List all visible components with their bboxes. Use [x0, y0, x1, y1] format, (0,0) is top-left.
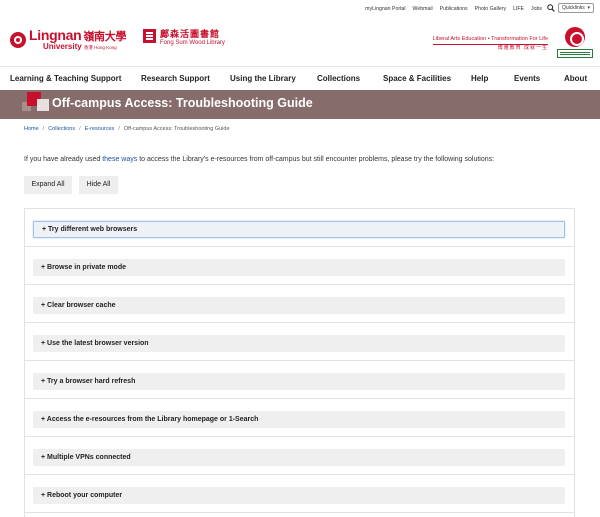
solutions-accordion: + Try different web browsers + Browse in…: [24, 208, 575, 517]
nav-item-learning-teaching-support[interactable]: Learning & Teaching Support: [10, 74, 121, 83]
accordion-header-private-mode[interactable]: + Browse in private mode: [33, 259, 565, 276]
lingnan-seal-icon: [10, 31, 26, 48]
accordion-panel: + Multiple VPNs connected: [25, 437, 574, 475]
accordion-panel: + Reboot your computer: [25, 475, 574, 513]
accordion-panel: + Access the e-resources from the Librar…: [25, 399, 574, 437]
breadcrumb-current: Off-campus Access: Troubleshooting Guide: [123, 126, 230, 132]
accordion-panel: + Try a browser hard refresh: [25, 361, 574, 399]
motto-en: Liberal Arts Education • Transformation …: [432, 36, 548, 45]
accordion-header-library-homepage[interactable]: + Access the e-resources from the Librar…: [33, 411, 565, 428]
utility-bar: myLingnan Portal Webmail Publications Ph…: [0, 0, 600, 20]
library-logo[interactable]: 鄺森活圖書館 Fong Sum Wood Library: [143, 29, 225, 47]
library-mark-icon: [143, 29, 156, 43]
nav-item-collections[interactable]: Collections: [317, 74, 360, 83]
breadcrumb-eresources[interactable]: E-resources: [85, 126, 115, 132]
utility-link-jobs[interactable]: Jobs: [531, 6, 542, 12]
quicklinks-dropdown[interactable]: Quicklinks ▾: [558, 3, 594, 13]
search-icon[interactable]: [547, 4, 555, 12]
utility-link-publications[interactable]: Publications: [440, 6, 468, 12]
utility-link-photo-gallery[interactable]: Photo Gallery: [475, 6, 506, 12]
banner-decoration: [37, 99, 49, 111]
accordion-panel: + Clear browser cache: [25, 285, 574, 323]
page-title: Off-campus Access: Troubleshooting Guide: [52, 96, 313, 110]
accordion-header-clear-cache[interactable]: + Clear browser cache: [33, 297, 565, 314]
accordion-header-latest-browser[interactable]: + Use the latest browser version: [33, 335, 565, 352]
lingnan-logo-university: University: [43, 42, 82, 51]
breadcrumb-separator: /: [79, 126, 81, 132]
quality-badge-icon: [557, 27, 593, 59]
university-motto: Liberal Arts Education • Transformation …: [432, 36, 548, 51]
breadcrumb-separator: /: [118, 126, 120, 132]
breadcrumb: Home / Collections / E-resources / Off-campus …: [24, 126, 230, 132]
motto-cjk: 博雅教育 成就一生: [497, 44, 548, 51]
hide-all-button[interactable]: Hide All: [79, 176, 118, 194]
lingnan-university-logo[interactable]: Lingnan 嶺南大學 University 香港 Hong Kong: [10, 28, 126, 51]
intro-text-after: to access the Library's e-resources from…: [137, 156, 495, 163]
breadcrumb-home[interactable]: Home: [24, 126, 39, 132]
accordion-panel: + Try different web browsers: [25, 209, 574, 247]
nav-item-space-facilities[interactable]: Space & Facilities: [383, 74, 451, 83]
nav-item-help[interactable]: Help: [471, 74, 488, 83]
utility-link-webmail[interactable]: Webmail: [413, 6, 433, 12]
lingnan-logo-cjk: 嶺南大學: [83, 31, 127, 43]
these-ways-link[interactable]: these ways: [102, 156, 137, 163]
expand-all-button[interactable]: Expand All: [24, 176, 72, 194]
accordion-header-reboot-computer[interactable]: + Reboot your computer: [33, 487, 565, 504]
intro-text: If you have already used these ways to a…: [24, 156, 494, 163]
accordion-header-hard-refresh[interactable]: + Try a browser hard refresh: [33, 373, 565, 390]
utility-links: myLingnan Portal Webmail Publications Ph…: [365, 6, 542, 12]
accordion-header-multiple-vpns[interactable]: + Multiple VPNs connected: [33, 449, 565, 466]
lingnan-logo-hk: 香港 Hong Kong: [83, 45, 117, 50]
breadcrumb-collections[interactable]: Collections: [48, 126, 75, 132]
breadcrumb-separator: /: [42, 126, 45, 132]
main-nav: Learning & Teaching Support Research Sup…: [0, 66, 600, 90]
intro-text-before: If you have already used: [24, 156, 103, 163]
accordion-panel: + Use the latest browser version: [25, 323, 574, 361]
nav-item-using-the-library[interactable]: Using the Library: [230, 74, 296, 83]
nav-item-research-support[interactable]: Research Support: [141, 74, 210, 83]
site-header: Lingnan 嶺南大學 University 香港 Hong Kong 鄺森活圖…: [0, 20, 600, 66]
page-banner: Off-campus Access: Troubleshooting Guide: [0, 90, 600, 119]
library-logo-en: Fong Sum Wood Library: [160, 39, 225, 46]
utility-link-mylingnan-portal[interactable]: myLingnan Portal: [365, 6, 405, 12]
nav-item-about[interactable]: About: [564, 74, 587, 83]
library-logo-cjk: 鄺森活圖書館: [160, 29, 221, 39]
quicklinks-label: Quicklinks: [562, 5, 585, 11]
chevron-down-icon: ▾: [587, 5, 590, 11]
lingnan-logo-text: Lingnan: [29, 27, 82, 43]
accordion-panel: + Browse in private mode: [25, 247, 574, 285]
nav-item-events[interactable]: Events: [514, 74, 540, 83]
utility-link-life[interactable]: LIFE: [513, 6, 524, 12]
accordion-header-try-different-browsers[interactable]: + Try different web browsers: [33, 221, 565, 238]
